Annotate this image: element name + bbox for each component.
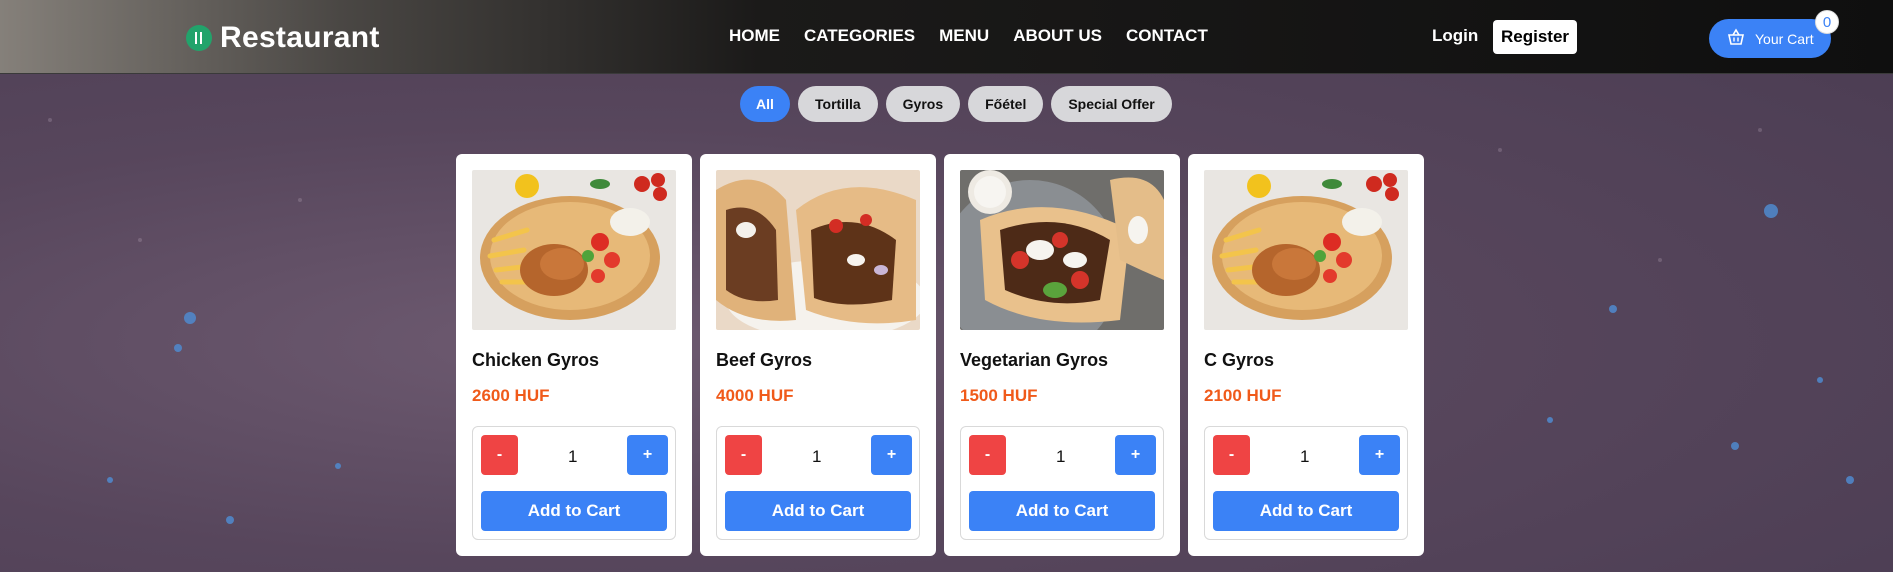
login-link[interactable]: Login [1432,26,1478,46]
brand[interactable]: Restaurant [186,20,380,56]
product-card: C Gyros 2100 HUF - 1 + Add to Cart [1188,154,1424,556]
cart-button[interactable]: Your Cart [1709,19,1831,58]
product-name: Beef Gyros [716,350,813,370]
nav-link-categories[interactable]: CATEGORIES [804,26,915,46]
navbar: Restaurant HOME CATEGORIES MENU ABOUT US… [0,0,1893,74]
register-button[interactable]: Register [1493,20,1578,54]
increase-quantity-button[interactable]: + [1115,435,1156,475]
add-to-cart-button[interactable]: Add to Cart [1213,491,1399,531]
product-card: Beef Gyros 4000 HUF - 1 + Add to Cart [700,154,936,556]
quantity-value: 1 [568,447,578,466]
fork-knife-icon [186,25,212,51]
veg-wrap-image [960,170,1164,330]
filter-special-offer[interactable]: Special Offer [1051,86,1172,122]
quantity-panel: - 1 + Add to Cart [1204,426,1408,540]
add-to-cart-button[interactable]: Add to Cart [725,491,911,531]
decrease-quantity-button[interactable]: - [969,435,1006,475]
gyros-plate-image [1204,170,1408,330]
product-price: 1500 HUF [960,386,1038,405]
filter-foetel[interactable]: Főétel [968,86,1044,122]
gyros-plate-image [472,170,676,330]
filter-all[interactable]: All [740,86,790,122]
product-price: 2600 HUF [472,386,550,405]
nav-link-menu[interactable]: MENU [939,26,989,46]
main-nav: HOME CATEGORIES MENU ABOUT US CONTACT [729,26,1208,46]
product-card: Vegetarian Gyros 1500 HUF - 1 + Add to C… [944,154,1180,556]
product-card: Chicken Gyros 2600 HUF - 1 + Add to Cart [456,154,692,556]
product-name: C Gyros [1204,350,1275,370]
cart-count-badge: 0 [1815,10,1839,34]
add-to-cart-button[interactable]: Add to Cart [481,491,667,531]
nav-link-contact[interactable]: CONTACT [1126,26,1208,46]
category-filters: All Tortilla Gyros Főétel Special Offer [740,86,1172,122]
add-to-cart-button[interactable]: Add to Cart [969,491,1155,531]
decrease-quantity-button[interactable]: - [1213,435,1250,475]
quantity-value: 1 [1300,447,1310,466]
increase-quantity-button[interactable]: + [871,435,912,475]
decrease-quantity-button[interactable]: - [725,435,762,475]
product-name: Chicken Gyros [472,350,600,370]
quantity-value: 1 [1056,447,1066,466]
nav-link-home[interactable]: HOME [729,26,780,46]
quantity-panel: - 1 + Add to Cart [960,426,1164,540]
product-grid: Chicken Gyros 2600 HUF - 1 + Add to Cart… [456,154,1424,556]
product-price: 4000 HUF [716,386,794,405]
increase-quantity-button[interactable]: + [1359,435,1400,475]
basket-icon [1727,28,1745,49]
increase-quantity-button[interactable]: + [627,435,668,475]
nav-link-about-us[interactable]: ABOUT US [1013,26,1102,46]
product-name: Vegetarian Gyros [960,350,1109,370]
brand-name: Restaurant [220,21,380,54]
filter-gyros[interactable]: Gyros [885,86,961,122]
cart-label: Your Cart [1755,30,1814,47]
product-price: 2100 HUF [1204,386,1282,405]
decrease-quantity-button[interactable]: - [481,435,518,475]
quantity-panel: - 1 + Add to Cart [716,426,920,540]
beef-wrap-image [716,170,920,330]
quantity-panel: - 1 + Add to Cart [472,426,676,540]
filter-tortilla[interactable]: Tortilla [798,86,878,122]
quantity-value: 1 [812,447,822,466]
